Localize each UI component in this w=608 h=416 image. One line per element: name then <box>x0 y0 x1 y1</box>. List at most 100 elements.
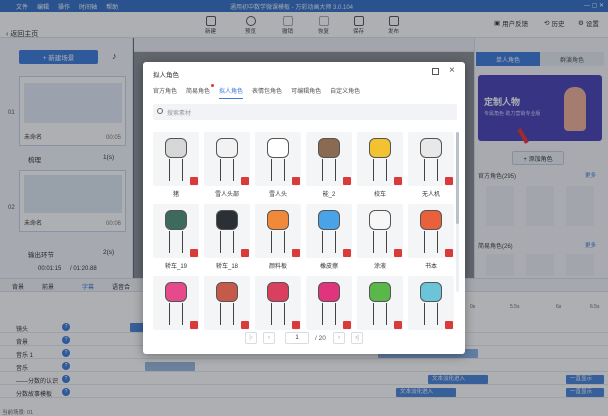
scrollbar-thumb[interactable] <box>456 132 459 224</box>
character-label: 雪人头 <box>268 192 287 198</box>
total-pages: / 20 <box>315 334 326 342</box>
dialog-title: 拟人角色 <box>153 72 179 79</box>
premium-badge-icon <box>241 249 249 257</box>
character-card[interactable] <box>204 276 250 330</box>
character-illustration <box>420 210 442 230</box>
character-label: 书本 <box>424 264 437 270</box>
character-legs <box>373 159 387 181</box>
character-card[interactable] <box>408 204 454 258</box>
character-illustration <box>369 138 391 158</box>
character-card[interactable] <box>408 132 454 186</box>
page-input[interactable]: 1 <box>285 332 309 344</box>
premium-badge-icon <box>445 321 453 329</box>
character-legs <box>424 303 438 325</box>
character-legs <box>424 231 438 253</box>
character-illustration <box>318 210 340 230</box>
character-illustration <box>369 282 391 302</box>
character-legs <box>322 159 336 181</box>
character-illustration <box>165 138 187 158</box>
character-card[interactable] <box>357 132 403 186</box>
premium-badge-icon <box>292 321 300 329</box>
badge-dot <box>211 84 215 87</box>
character-label: 颜料板 <box>268 264 287 270</box>
premium-badge-icon <box>343 321 351 329</box>
premium-badge-icon <box>241 321 249 329</box>
character-card[interactable] <box>255 276 301 330</box>
character-label: 涂液 <box>373 264 386 270</box>
premium-badge-icon <box>190 177 198 185</box>
character-label: 轿车_18 <box>215 264 238 270</box>
character-legs <box>220 303 234 325</box>
character-legs <box>424 159 438 181</box>
close-icon[interactable]: × <box>449 65 455 76</box>
premium-badge-icon <box>190 321 198 329</box>
character-label: 雪人头部 <box>214 192 239 198</box>
premium-badge-icon <box>343 177 351 185</box>
character-legs <box>271 159 285 181</box>
character-illustration <box>216 210 238 230</box>
character-card[interactable] <box>204 132 250 186</box>
character-label: 无人机 <box>421 192 440 198</box>
character-legs <box>271 303 285 325</box>
character-card[interactable] <box>306 276 352 330</box>
character-legs <box>220 231 234 253</box>
character-card[interactable] <box>306 204 352 258</box>
tab-label: 简易角色 <box>186 89 211 95</box>
character-card[interactable] <box>204 204 250 258</box>
search-icon <box>157 108 163 114</box>
character-legs <box>271 231 285 253</box>
tab-official[interactable]: 官方角色 <box>153 86 177 99</box>
character-legs <box>322 231 336 253</box>
premium-badge-icon <box>190 249 198 257</box>
character-card[interactable] <box>357 276 403 330</box>
character-illustration <box>165 210 187 230</box>
character-label: 能_2 <box>322 192 336 198</box>
premium-badge-icon <box>292 249 300 257</box>
first-page-button[interactable]: |‹ <box>245 332 257 344</box>
tab-emoji[interactable]: 表情包角色 <box>252 86 282 99</box>
character-legs <box>169 159 183 181</box>
tab-simple[interactable]: 简易角色 <box>186 84 215 99</box>
search-placeholder: 搜索素材 <box>167 110 192 117</box>
character-card[interactable] <box>255 132 301 186</box>
character-illustration <box>369 210 391 230</box>
character-legs <box>220 159 234 181</box>
tab-anthropomorphic[interactable]: 拟人角色 <box>219 86 244 99</box>
character-legs <box>373 231 387 253</box>
character-label: 橡皮擦 <box>319 264 338 270</box>
next-page-button[interactable]: › <box>333 332 345 344</box>
premium-badge-icon <box>445 249 453 257</box>
character-card[interactable] <box>408 276 454 330</box>
last-page-button[interactable]: ›| <box>351 332 363 344</box>
maximize-icon[interactable] <box>432 68 439 75</box>
premium-badge-icon <box>292 177 300 185</box>
character-card[interactable] <box>306 132 352 186</box>
character-label: 轿车_19 <box>164 264 187 270</box>
character-legs <box>373 303 387 325</box>
role-picker-dialog: 拟人角色 × 官方角色 简易角色 拟人角色 表情包角色 可编辑角色 自定义角色 … <box>143 62 465 354</box>
character-card[interactable] <box>357 204 403 258</box>
character-legs <box>169 303 183 325</box>
tab-custom[interactable]: 自定义角色 <box>330 86 360 99</box>
grid-scrollbar[interactable] <box>456 132 459 292</box>
premium-badge-icon <box>394 177 402 185</box>
search-input[interactable]: 搜索素材 <box>153 104 457 120</box>
character-card[interactable] <box>153 204 199 258</box>
character-card[interactable] <box>153 132 199 186</box>
character-illustration <box>216 138 238 158</box>
character-illustration <box>318 138 340 158</box>
premium-badge-icon <box>445 177 453 185</box>
premium-badge-icon <box>343 249 351 257</box>
character-illustration <box>420 282 442 302</box>
character-illustration <box>267 138 289 158</box>
character-card[interactable] <box>153 276 199 330</box>
premium-badge-icon <box>394 321 402 329</box>
tab-editable[interactable]: 可编辑角色 <box>291 86 321 99</box>
character-illustration <box>216 282 238 302</box>
character-illustration <box>267 210 289 230</box>
premium-badge-icon <box>241 177 249 185</box>
character-card[interactable] <box>255 204 301 258</box>
character-illustration <box>165 282 187 302</box>
prev-page-button[interactable]: ‹ <box>263 332 275 344</box>
character-illustration <box>318 282 340 302</box>
